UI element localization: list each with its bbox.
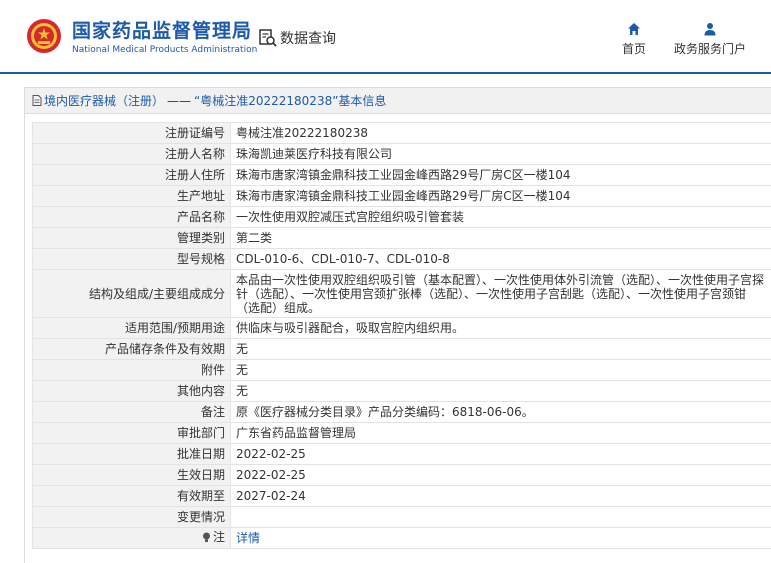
- row-label: 备注: [32, 401, 231, 423]
- row-label: 审批部门: [32, 422, 231, 444]
- row-value: 无: [230, 338, 771, 360]
- document-search-icon: [259, 29, 277, 47]
- table-row: 生产地址 珠海市唐家湾镇金鼎科技工业园金峰西路29号厂房C区一楼104: [32, 185, 771, 207]
- document-icon: [32, 95, 42, 106]
- row-label: 型号规格: [32, 248, 231, 270]
- home-icon: [628, 23, 640, 35]
- table-row: 产品名称 一次性使用双腔减压式宫腔组织吸引管套装: [32, 206, 771, 228]
- brand-name-en: National Medical Products Administration: [72, 45, 258, 55]
- row-value: 粤械注准20222180238: [230, 122, 771, 144]
- row-value: 第二类: [230, 227, 771, 249]
- row-label: 生产地址: [32, 185, 231, 207]
- row-value: 2027-02-24: [230, 485, 771, 507]
- table-row: 产品储存条件及有效期无: [32, 338, 771, 360]
- note-label-text: 注: [212, 530, 225, 545]
- row-value: 珠海市唐家湾镇金鼎科技工业园金峰西路29号厂房C区一楼104: [230, 164, 771, 186]
- table-row: 附件无: [32, 359, 771, 381]
- row-value: CDL-010-6、CDL-010-7、CDL-010-8: [230, 248, 771, 270]
- table-row: 注册证编号 粤械注准20222180238: [32, 122, 771, 144]
- row-label: 产品名称: [32, 206, 231, 228]
- breadcrumb-category-link[interactable]: 境内医疗器械（注册）: [44, 92, 164, 109]
- nav-home-label: 首页: [621, 42, 646, 56]
- table-row: 注册人名称 珠海凯迪莱医疗科技有限公司: [32, 143, 771, 165]
- row-value: 珠海市唐家湾镇金鼎科技工业园金峰西路29号厂房C区一楼104: [230, 185, 771, 207]
- table-row: 其他内容无: [32, 380, 771, 402]
- row-value: 本品由一次性使用双腔组织吸引管（基本配置）、一次性使用体外引流管（选配）、一次性…: [230, 269, 771, 318]
- row-value: 原《医疗器械分类目录》产品分类编码：6818-06-06。: [230, 401, 771, 423]
- breadcrumb-current: “粤械注准20222180238”基本信息: [194, 94, 387, 108]
- row-label: 注册人名称: [32, 143, 231, 165]
- table-row: 批准日期 2022-02-25: [32, 443, 771, 465]
- note-value-cell: 详情: [230, 527, 771, 549]
- row-label: 结构及组成/主要组成成分: [32, 269, 231, 318]
- data-query-link[interactable]: 数据查询: [258, 28, 336, 48]
- note-row: 注 详情: [32, 527, 771, 549]
- row-label: 有效期至: [32, 485, 231, 507]
- row-label: 批准日期: [32, 443, 231, 465]
- row-value: 无: [230, 359, 771, 381]
- table-row: 适用范围/预期用途 供临床与吸引器配合，吸取宫腔内组织用。: [32, 317, 771, 339]
- brand: 国家药品监督管理局 National Medical Products Admi…: [72, 20, 257, 56]
- nav-home[interactable]: 首页: [619, 22, 649, 57]
- table-row: 结构及组成/主要组成成分 本品由一次性使用双腔组织吸引管（基本配置）、一次性使用体…: [32, 269, 771, 318]
- national-emblem-logo: [27, 19, 61, 53]
- row-value: 广东省药品监督管理局: [230, 422, 771, 444]
- details-link[interactable]: 详情: [236, 531, 260, 545]
- data-query-label: 数据查询: [280, 31, 336, 47]
- row-value: 供临床与吸引器配合，吸取宫腔内组织用。: [230, 317, 771, 339]
- table-row: 注册人住所 珠海市唐家湾镇金鼎科技工业园金峰西路29号厂房C区一楼104: [32, 164, 771, 186]
- breadcrumb-separator: ——: [167, 93, 192, 108]
- table-row: 生效日期 2022-02-25: [32, 464, 771, 486]
- table-row: 审批部门 广东省药品监督管理局: [32, 422, 771, 444]
- note-label-cell: 注: [32, 527, 231, 549]
- table-row: 变更情况: [32, 506, 771, 528]
- user-icon: [704, 23, 716, 36]
- row-value: 一次性使用双腔减压式宫腔组织吸引管套装: [230, 206, 771, 228]
- table-row: 备注 原《医疗器械分类目录》产品分类编码：6818-06-06。: [32, 401, 771, 423]
- detail-panel: 境内医疗器械（注册） —— “粤械注准20222180238”基本信息 注册证编…: [24, 87, 771, 563]
- table-row: 型号规格 CDL-010-6、CDL-010-7、CDL-010-8: [32, 248, 771, 270]
- brand-name-cn: 国家药品监督管理局: [72, 20, 253, 42]
- row-label: 变更情况: [32, 506, 231, 528]
- row-value: 2022-02-25: [230, 443, 771, 465]
- row-label: 注册人住所: [32, 164, 231, 186]
- row-value: 无: [230, 380, 771, 402]
- row-value: 珠海凯迪莱医疗科技有限公司: [230, 143, 771, 165]
- registration-info-table: 注册证编号 粤械注准20222180238 注册人名称 珠海凯迪莱医疗科技有限公司 …: [32, 122, 771, 549]
- table-row: 管理类别 第二类: [32, 227, 771, 249]
- nav-service-portal[interactable]: 政务服务门户: [672, 22, 748, 57]
- nav-portal-label: 政务服务门户: [673, 42, 746, 56]
- bulb-icon: [202, 532, 210, 542]
- breadcrumb: 境内医疗器械（注册） —— “粤械注准20222180238”基本信息: [25, 88, 771, 114]
- row-value: [230, 506, 771, 528]
- row-label: 产品储存条件及有效期: [32, 338, 231, 360]
- row-value: 2022-02-25: [230, 464, 771, 486]
- row-label: 适用范围/预期用途: [32, 317, 231, 339]
- site-header: 国家药品监督管理局 National Medical Products Admi…: [0, 0, 771, 74]
- note-label: 注: [202, 530, 225, 544]
- row-label: 附件: [32, 359, 231, 381]
- row-label: 管理类别: [32, 227, 231, 249]
- row-label: 注册证编号: [32, 122, 231, 144]
- row-label: 生效日期: [32, 464, 231, 486]
- row-label: 其他内容: [32, 380, 231, 402]
- table-row: 有效期至 2027-02-24: [32, 485, 771, 507]
